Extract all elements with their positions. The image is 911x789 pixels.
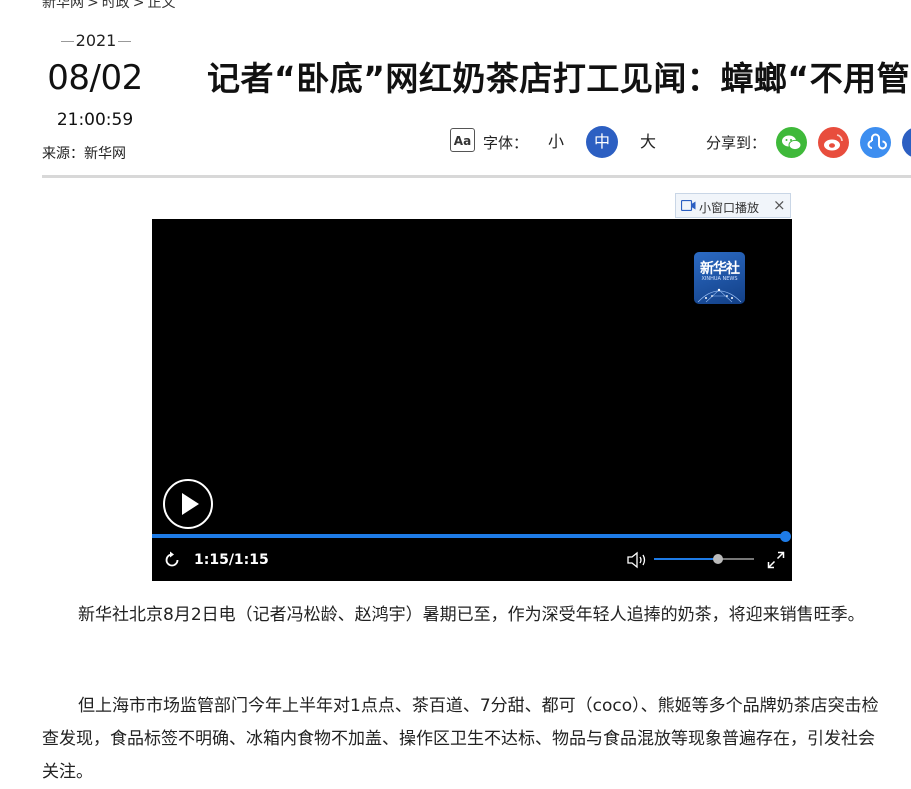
more-share-icon[interactable] <box>902 127 911 158</box>
weibo-icon[interactable] <box>818 127 849 158</box>
article-paragraph: 新华社北京8月2日电（记者冯松龄、赵鸿宇）暑期已至，作为深受年轻人追捧的奶茶，将… <box>78 605 865 625</box>
article-paragraph: 但上海市市场监管部门今年上半年对1点点、茶百道、7分甜、都可（coco）、熊姬等… <box>42 696 879 782</box>
publish-year: 2021 <box>56 31 136 50</box>
progress-handle[interactable] <box>780 531 791 542</box>
xinhua-logo: 新华社 XINHUA NEWS <box>694 252 745 304</box>
video-time: 1:15/1:15 <box>194 552 269 568</box>
volume-handle[interactable] <box>713 554 723 564</box>
camera-icon <box>681 200 696 211</box>
mini-window-play-button[interactable]: 小窗口播放 × <box>675 193 791 218</box>
close-icon[interactable]: × <box>773 196 786 214</box>
breadcrumb: 新华网 > 时政 > 正文 <box>42 0 175 12</box>
share-label: 分享到： <box>706 134 767 152</box>
breadcrumb-separator: > <box>87 0 99 11</box>
breadcrumb-home[interactable]: 新华网 <box>42 0 84 11</box>
play-icon[interactable] <box>163 479 213 529</box>
font-size-small-button[interactable]: 小 <box>540 126 572 158</box>
publish-date: 08/02 <box>47 58 143 98</box>
breadcrumb-separator: > <box>132 0 145 11</box>
mini-window-label: 小窗口播放 <box>699 201 760 215</box>
wechat-icon[interactable] <box>776 127 807 158</box>
font-size-large-button[interactable]: 大 <box>632 126 664 158</box>
progress-bar[interactable] <box>152 534 786 538</box>
breadcrumb-category[interactable]: 时政 <box>102 0 130 11</box>
logo-text: 新华社 <box>700 261 740 277</box>
article-source: 来源：新华网 <box>42 146 126 162</box>
volume-icon[interactable] <box>626 551 648 569</box>
page-title: 记者“卧底”网红奶茶店打工见闻：蟑螂“不用管”、 <box>207 59 911 98</box>
font-size-icon: Aa <box>450 128 475 152</box>
header-divider <box>42 175 911 178</box>
mini-program-icon[interactable] <box>860 127 891 158</box>
fullscreen-icon[interactable] <box>767 551 785 569</box>
replay-icon[interactable] <box>162 550 182 570</box>
volume-level <box>654 558 718 560</box>
publish-time: 21:00:59 <box>56 110 134 130</box>
breadcrumb-current: 正文 <box>147 0 176 11</box>
font-size-label: 字体： <box>483 134 529 152</box>
font-size-medium-button[interactable]: 中 <box>586 126 618 158</box>
